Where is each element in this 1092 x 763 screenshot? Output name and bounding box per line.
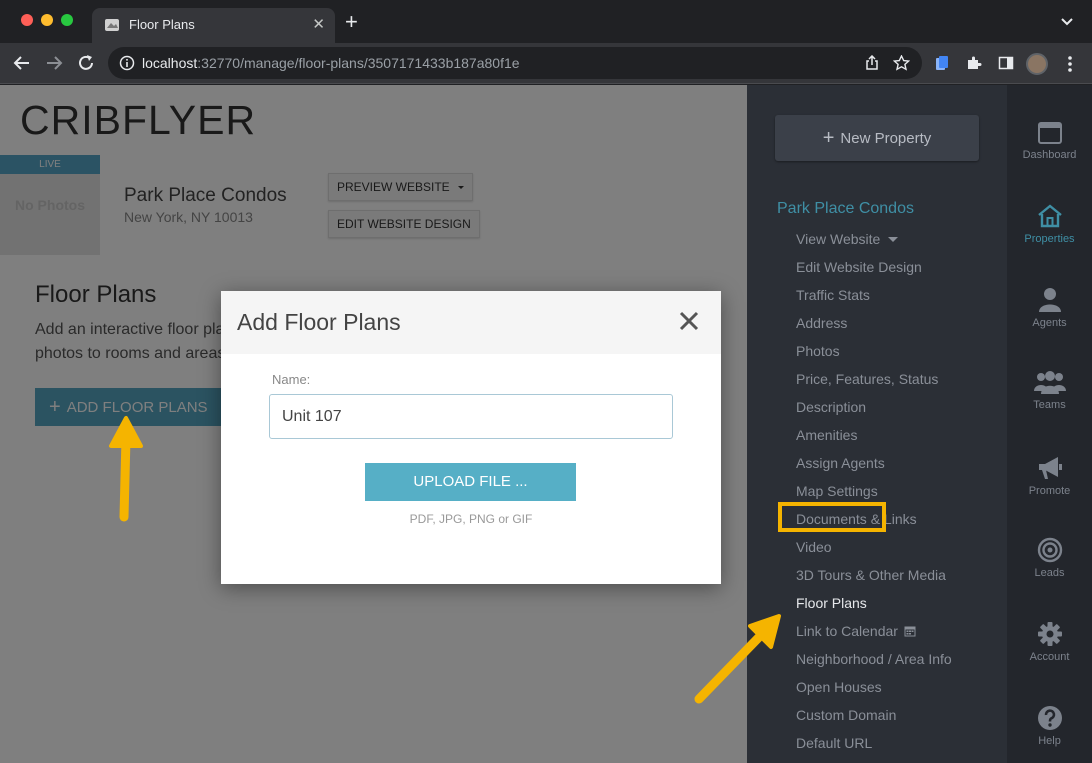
nav-teams[interactable]: Teams [1007, 371, 1092, 411]
property-sidebar: + New Property Park Place Condos View Web… [747, 85, 1007, 763]
annotation-highlight-box [778, 502, 886, 532]
upload-file-button[interactable]: UPLOAD FILE ... [365, 463, 576, 501]
sidebar-item-video[interactable]: Video [796, 539, 832, 555]
new-property-label: New Property [840, 130, 932, 147]
team-icon [1033, 371, 1066, 394]
sidebar-item-photos[interactable]: Photos [796, 343, 840, 359]
browser-menu-icon[interactable] [1066, 55, 1074, 73]
tab-close-icon[interactable]: ✕ [312, 15, 325, 33]
sidebar-item-open-houses[interactable]: Open Houses [796, 679, 882, 695]
nav-account[interactable]: Account [1007, 621, 1092, 663]
browser-toolbar: localhost:32770/manage/floor-plans/35071… [0, 43, 1092, 84]
help-icon [1037, 706, 1062, 730]
nav-agents-label: Agents [1032, 317, 1067, 329]
bookmark-star-icon[interactable] [893, 55, 910, 71]
nav-help-label: Help [1038, 735, 1061, 747]
extension-docs-icon[interactable] [934, 55, 950, 71]
modal-title: Add Floor Plans [237, 309, 401, 335]
nav-account-label: Account [1029, 651, 1070, 663]
person-icon [1038, 288, 1061, 312]
nav-help[interactable]: Help [1007, 705, 1092, 747]
new-property-button[interactable]: + New Property [775, 115, 979, 161]
nav-properties[interactable]: Properties [1007, 203, 1092, 245]
sidebar-item-description[interactable]: Description [796, 399, 866, 415]
back-arrow-icon[interactable] [12, 53, 32, 73]
nav-properties-label: Properties [1024, 233, 1075, 245]
url-text: localhost:32770/manage/floor-plans/35071… [142, 55, 520, 71]
sidebar-item-custom-domain[interactable]: Custom Domain [796, 707, 896, 723]
megaphone-icon [1038, 457, 1062, 479]
sidebar-item-label: Link to Calendar [796, 623, 898, 639]
sidebar-item-link-to-calendar[interactable]: Link to Calendar [796, 623, 916, 639]
sidebar-item-address[interactable]: Address [796, 315, 847, 331]
url-host: localhost [142, 55, 198, 71]
sidebar-item-3d-tours[interactable]: 3D Tours & Other Media [796, 567, 946, 583]
nav-dashboard-label: Dashboard [1022, 149, 1077, 161]
close-window-button[interactable] [21, 14, 33, 26]
file-type-hint: PDF, JPG, PNG or GIF [409, 512, 533, 526]
dropdown-caret-icon [888, 237, 899, 242]
nav-leads-label: Leads [1034, 567, 1065, 579]
sidebar-item-assign-agents[interactable]: Assign Agents [796, 455, 885, 471]
gear-icon [1037, 622, 1062, 646]
modal-header: Add Floor Plans [221, 291, 721, 354]
sidebar-item-amenities[interactable]: Amenities [796, 427, 857, 443]
nav-dashboard[interactable]: Dashboard [1007, 121, 1092, 161]
tab-search-chevron-icon[interactable] [1060, 14, 1074, 28]
sidebar-item-price-features-status[interactable]: Price, Features, Status [796, 371, 938, 387]
maximize-window-button[interactable] [61, 14, 73, 26]
site-info-icon[interactable] [119, 55, 135, 71]
browser-tab-bar: Floor Plans ✕ + [0, 0, 1092, 43]
address-bar[interactable]: localhost:32770/manage/floor-plans/35071… [108, 47, 922, 79]
sidebar-item-edit-website-design[interactable]: Edit Website Design [796, 259, 922, 275]
new-tab-button[interactable]: + [345, 11, 358, 33]
forward-arrow-icon[interactable] [44, 53, 64, 73]
url-path: :32770/manage/floor-plans/3507171433b187… [197, 55, 520, 71]
target-icon [1037, 537, 1062, 563]
nav-agents[interactable]: Agents [1007, 287, 1092, 329]
share-icon[interactable] [864, 55, 880, 71]
side-panel-icon[interactable] [998, 55, 1014, 71]
sidebar-item-map-settings[interactable]: Map Settings [796, 483, 878, 499]
profile-avatar[interactable] [1026, 53, 1048, 75]
sidebar-item-view-website[interactable]: View Website [796, 231, 899, 247]
sidebar-property-name[interactable]: Park Place Condos [777, 200, 914, 218]
sidebar-item-floor-plans[interactable]: Floor Plans [796, 595, 867, 611]
nav-teams-label: Teams [1033, 399, 1066, 411]
nav-promote-label: Promote [1028, 485, 1071, 497]
name-field-label: Name: [272, 372, 311, 387]
tab-title: Floor Plans [129, 17, 195, 32]
sidebar-item-traffic-stats[interactable]: Traffic Stats [796, 287, 870, 303]
nav-leads[interactable]: Leads [1007, 537, 1092, 579]
minimize-window-button[interactable] [41, 14, 53, 26]
browser-tab[interactable]: Floor Plans ✕ [92, 8, 335, 43]
house-icon [1037, 204, 1062, 228]
main-nav-iconbar: Dashboard Properties Agents Teams Promot… [1007, 85, 1092, 763]
close-icon[interactable] [679, 311, 699, 331]
add-floor-plans-modal: Add Floor Plans Name: UPLOAD FILE ... PD… [221, 291, 721, 584]
dashboard-icon [1037, 122, 1062, 144]
sidebar-item-default-url[interactable]: Default URL [796, 735, 872, 751]
extensions-puzzle-icon[interactable] [966, 55, 982, 71]
plus-icon: + [822, 127, 835, 149]
sidebar-item-neighborhood[interactable]: Neighborhood / Area Info [796, 651, 952, 667]
floor-plan-name-input[interactable] [269, 394, 673, 439]
site-favicon-icon [105, 19, 119, 31]
reload-icon[interactable] [76, 53, 96, 73]
nav-promote[interactable]: Promote [1007, 455, 1092, 497]
sidebar-item-label: View Website [796, 231, 881, 247]
page-content: CRIBFLYER LIVE No Photos Park Place Cond… [0, 85, 1092, 763]
calendar-icon [904, 626, 916, 637]
